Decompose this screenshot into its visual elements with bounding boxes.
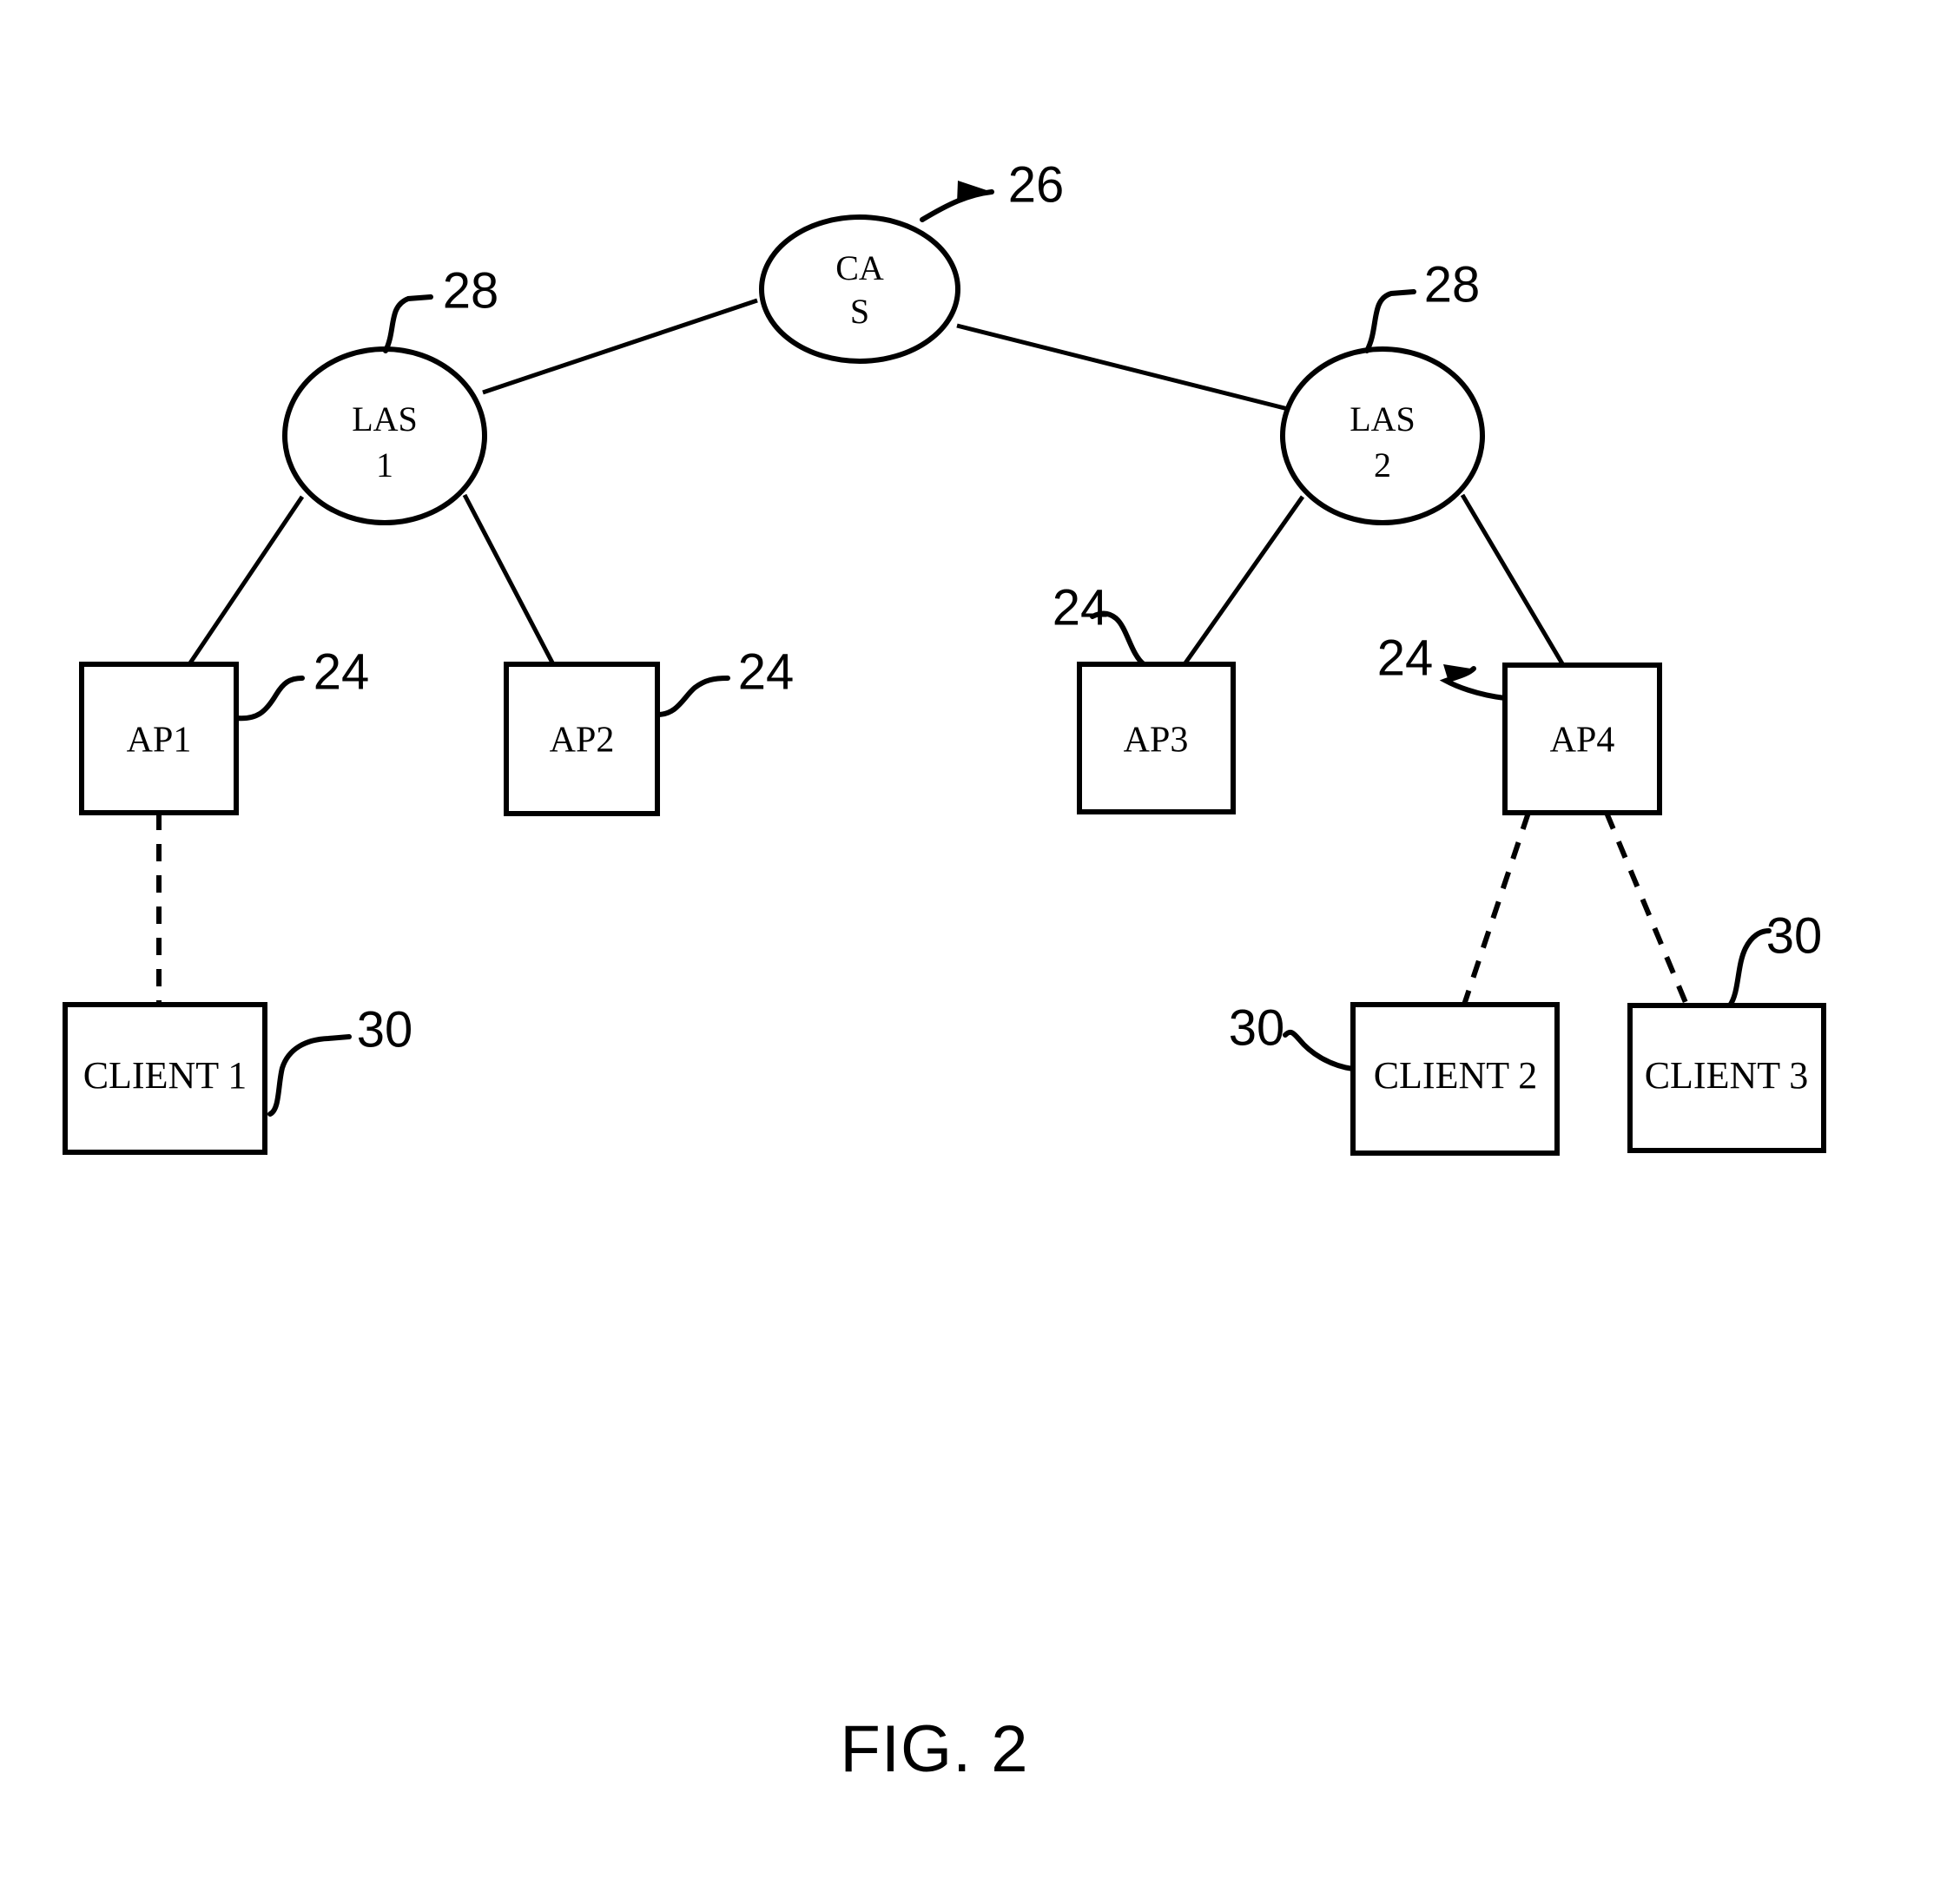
client3-ref-number: 30 — [1766, 907, 1823, 964]
client3-label: CLIENT 3 — [1645, 1054, 1809, 1097]
edge-las2-ap3 — [1182, 495, 1305, 666]
ref-callout-26: 26 — [920, 156, 1065, 222]
edge-las1-ap1 — [187, 495, 305, 666]
cas-ellipse[interactable] — [759, 214, 960, 364]
client2-ref-number: 30 — [1229, 999, 1285, 1056]
cas-leader-line — [920, 189, 994, 222]
ap1-ref-number: 24 — [313, 643, 370, 700]
ap4-label: AP4 — [1550, 721, 1615, 761]
node-client1[interactable]: CLIENT 1 — [63, 1002, 267, 1155]
las1-label-line1: LAS — [352, 399, 418, 438]
ref-callout-24-ap3: 24 — [1053, 579, 1146, 667]
edge-cas-las1 — [482, 298, 758, 395]
cas-ref-number: 26 — [1008, 156, 1065, 213]
las2-label-line2: 2 — [1374, 445, 1391, 485]
edge-las2-ap4 — [1460, 493, 1566, 667]
client1-leader-line — [267, 1034, 352, 1117]
node-las2[interactable]: LAS 2 — [1280, 346, 1485, 525]
ref-callout-28-left: 28 — [383, 262, 499, 353]
node-ap2[interactable]: AP2 — [504, 662, 660, 816]
patent-figure: CA S 26 LAS 1 28 LAS 2 28 AP1 24 AP2 24 … — [0, 0, 1960, 1879]
network-topology-diagram: CA S 26 LAS 1 28 LAS 2 28 AP1 24 AP2 24 … — [63, 156, 1826, 1786]
ap3-label: AP3 — [1124, 721, 1189, 761]
client1-ref-number: 30 — [357, 1001, 413, 1058]
edge-cas-las2 — [956, 323, 1292, 412]
ref-callout-30-client3: 30 — [1727, 907, 1823, 1008]
client1-label: CLIENT 1 — [83, 1054, 247, 1097]
las1-leader-line — [383, 294, 433, 353]
ap3-ref-number: 24 — [1053, 579, 1109, 636]
node-ap1[interactable]: AP1 — [79, 662, 239, 815]
las2-leader-line — [1364, 289, 1416, 353]
ap1-leader-line — [234, 676, 305, 722]
ap2-leader-line — [655, 676, 730, 717]
node-client3[interactable]: CLIENT 3 — [1627, 1003, 1826, 1153]
las1-ref-number: 28 — [443, 262, 499, 319]
cas-label-line2: S — [850, 292, 869, 331]
node-cas[interactable]: CA S — [759, 214, 960, 364]
ref-callout-30-client2: 30 — [1229, 999, 1356, 1071]
ref-callout-24-ap2: 24 — [655, 643, 795, 717]
node-ap3[interactable]: AP3 — [1077, 662, 1236, 814]
las1-label-line2: 1 — [376, 445, 393, 485]
ref-callout-28-right: 28 — [1364, 256, 1481, 353]
figure-caption: FIG. 2 — [840, 1712, 1028, 1786]
las2-ref-number: 28 — [1424, 256, 1481, 313]
client2-leader-line — [1283, 1029, 1356, 1071]
ap2-label: AP2 — [550, 721, 615, 761]
node-las1[interactable]: LAS 1 — [282, 346, 487, 525]
cas-label-line1: CA — [835, 248, 884, 287]
node-ap4[interactable]: AP4 — [1502, 663, 1662, 815]
edge-las1-ap2 — [462, 493, 556, 666]
client2-label: CLIENT 2 — [1374, 1054, 1538, 1097]
ap4-ref-number: 24 — [1377, 630, 1434, 686]
node-client2[interactable]: CLIENT 2 — [1350, 1002, 1560, 1156]
ap2-ref-number: 24 — [738, 643, 795, 700]
edge-ap4-client2 — [1462, 812, 1531, 1005]
edge-ap4-client3 — [1604, 811, 1689, 1006]
ref-callout-24-ap4: 24 — [1377, 630, 1508, 701]
ref-callout-30-client1: 30 — [267, 1001, 413, 1117]
ref-callout-24-ap1: 24 — [234, 643, 370, 722]
las2-label-line1: LAS — [1350, 399, 1416, 438]
client3-leader-line — [1727, 928, 1772, 1008]
ap1-label: AP1 — [127, 721, 192, 761]
cas-leader-arrowhead — [957, 181, 992, 203]
